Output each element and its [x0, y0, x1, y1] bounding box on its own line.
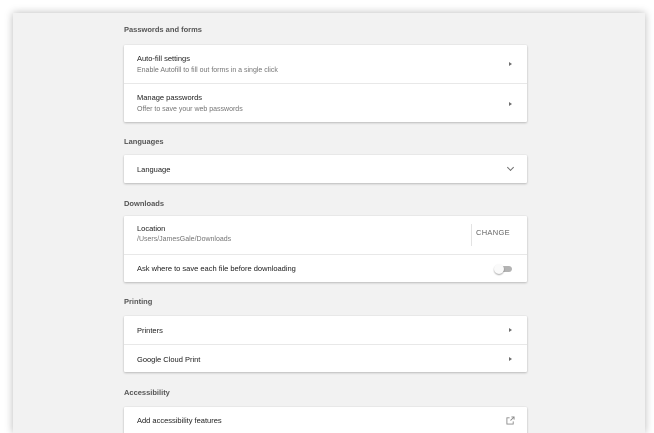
section-title-accessibility: Accessibility [124, 388, 170, 397]
chevron-right-icon [509, 328, 512, 332]
ask-where-to-save-row[interactable]: Ask where to save each file before downl… [124, 254, 527, 282]
printers-label: Printers [137, 326, 163, 335]
autofill-settings-row[interactable]: Auto-fill settings Enable Autofill to fi… [124, 45, 527, 83]
manage-passwords-label: Manage passwords [137, 93, 203, 102]
ask-where-to-save-label: Ask where to save each file before downl… [137, 264, 296, 273]
ask-where-to-save-toggle[interactable] [494, 264, 512, 274]
section-title-languages: Languages [124, 137, 164, 146]
language-label: Language [137, 165, 171, 174]
download-location-row: Location /Users/JamesGale/Downloads CHAN… [124, 216, 527, 254]
external-link-icon [506, 416, 515, 425]
printing-card: Printers Google Cloud Print [124, 316, 527, 372]
settings-window: Passwords and forms Auto-fill settings E… [13, 13, 645, 433]
add-accessibility-features-label: Add accessibility features [137, 416, 222, 425]
printers-row[interactable]: Printers [124, 316, 527, 344]
section-title-passwords: Passwords and forms [124, 25, 202, 34]
language-row[interactable]: Language [124, 155, 527, 183]
downloads-card: Location /Users/JamesGale/Downloads CHAN… [124, 216, 527, 282]
google-cloud-print-row[interactable]: Google Cloud Print [124, 344, 527, 372]
download-location-label: Location [137, 224, 166, 233]
manage-passwords-description: Offer to save your web passwords [137, 106, 243, 113]
section-title-downloads: Downloads [124, 199, 165, 208]
accessibility-card: Add accessibility features [124, 407, 527, 433]
chevron-right-icon [509, 62, 512, 66]
add-accessibility-features-row[interactable]: Add accessibility features [124, 407, 527, 433]
chevron-right-icon [509, 357, 512, 361]
toggle-knob [494, 264, 504, 274]
autofill-settings-description: Enable Autofill to fill out forms in a s… [137, 67, 278, 74]
google-cloud-print-label: Google Cloud Print [137, 355, 201, 364]
autofill-settings-label: Auto-fill settings [137, 54, 190, 63]
download-location-path: /Users/JamesGale/Downloads [137, 236, 232, 243]
change-location-button[interactable]: CHANGE [476, 228, 510, 237]
passwords-card: Auto-fill settings Enable Autofill to fi… [124, 45, 527, 122]
chevron-down-icon [506, 163, 515, 172]
manage-passwords-row[interactable]: Manage passwords Offer to save your web … [124, 83, 527, 122]
chevron-right-icon [509, 102, 512, 106]
divider [471, 224, 472, 246]
languages-card: Language [124, 155, 527, 183]
section-title-printing: Printing [124, 297, 153, 306]
